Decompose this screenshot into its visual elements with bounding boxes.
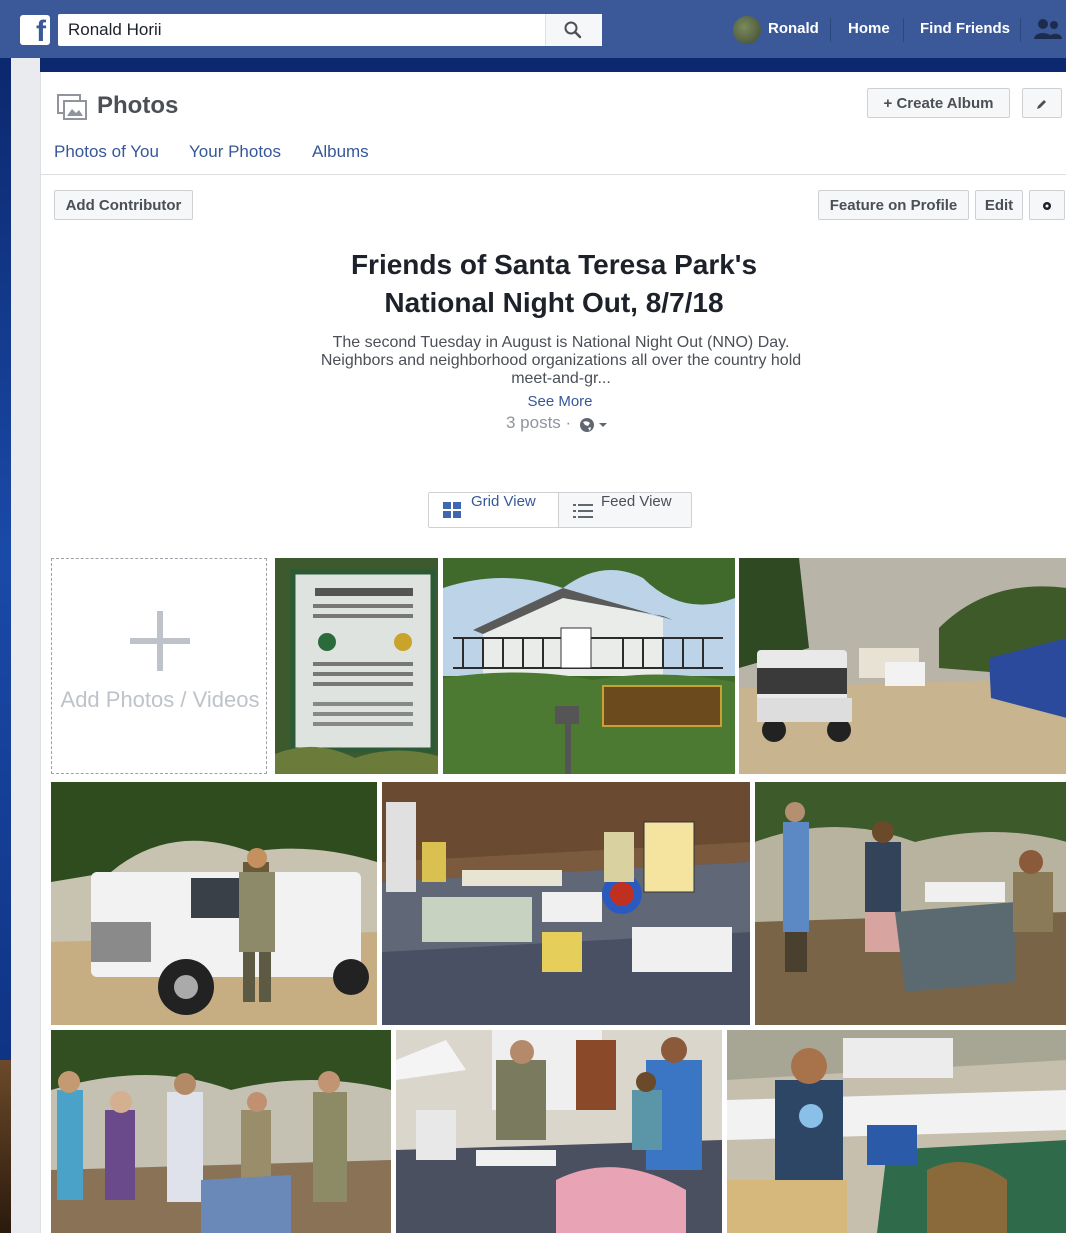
friend-requests-icon[interactable] xyxy=(1034,17,1062,41)
grid-view-label: Grid View xyxy=(471,493,536,510)
album-title-line-1: Friends of Santa Teresa Park's xyxy=(350,249,758,280)
tab-your-photos[interactable]: Your Photos xyxy=(189,142,281,162)
view-toggle: Grid View Feed View xyxy=(428,492,692,528)
plus-icon xyxy=(130,611,190,671)
album-photo[interactable] xyxy=(443,558,735,774)
tab-albums[interactable]: Albums xyxy=(312,142,369,162)
photo-ranger-truck-image xyxy=(51,782,377,1025)
nav-divider xyxy=(1020,18,1021,42)
album-photo[interactable] xyxy=(51,782,377,1025)
wallpaper-edge xyxy=(0,1060,11,1233)
album-photo[interactable] xyxy=(275,558,438,774)
album-description: The second Tuesday in August is National… xyxy=(320,334,802,387)
album-photo[interactable] xyxy=(755,782,1066,1025)
photos-icon xyxy=(57,94,87,120)
search-bar xyxy=(58,14,602,46)
photo-visitor-table-image xyxy=(727,1030,1066,1233)
album-photo[interactable] xyxy=(382,782,750,1025)
album-title-line-2: National Night Out, 8/7/18 xyxy=(384,287,724,318)
top-navigation-bar: f Ronald Home Find Friends xyxy=(0,0,1066,58)
see-more-link[interactable]: See More xyxy=(41,393,1066,410)
feed-view-button[interactable]: Feed View xyxy=(559,493,691,527)
facebook-logo-icon[interactable]: f xyxy=(20,15,50,48)
nav-divider xyxy=(903,18,904,42)
edit-album-button[interactable]: Edit xyxy=(975,190,1023,220)
profile-avatar[interactable] xyxy=(733,16,761,44)
album-photo[interactable] xyxy=(727,1030,1066,1233)
add-contributor-button[interactable]: Add Contributor xyxy=(54,190,193,220)
nav-find-friends-link[interactable]: Find Friends xyxy=(920,20,1010,37)
search-button[interactable] xyxy=(545,14,602,46)
nav-home-link[interactable]: Home xyxy=(848,20,890,37)
list-icon xyxy=(573,504,593,518)
search-icon xyxy=(564,21,582,39)
grid-view-button[interactable]: Grid View xyxy=(429,493,559,527)
gear-icon xyxy=(1043,202,1051,210)
privacy-globe-icon[interactable] xyxy=(579,417,611,433)
photos-header: Photos + Create Album Photos of You Your… xyxy=(41,72,1066,175)
search-input[interactable] xyxy=(66,14,540,46)
photo-booth-image xyxy=(396,1030,722,1233)
album-photo[interactable] xyxy=(396,1030,722,1233)
page-title: Photos xyxy=(97,92,179,119)
create-album-button[interactable]: + Create Album xyxy=(867,88,1010,118)
tab-photos-of-you[interactable]: Photos of You xyxy=(54,142,159,162)
feature-on-profile-button[interactable]: Feature on Profile xyxy=(818,190,969,220)
album-photo[interactable] xyxy=(51,1030,391,1233)
add-photos-tile[interactable]: Add Photos / Videos xyxy=(51,558,267,774)
photo-truck-road-image xyxy=(739,558,1066,774)
add-photos-label: Add Photos / Videos xyxy=(60,687,260,712)
photos-panel: Photos + Create Album Photos of You Your… xyxy=(40,72,1066,1233)
nav-profile-link[interactable]: Ronald xyxy=(768,20,819,37)
album-title: Friends of Santa Teresa Park's National … xyxy=(41,246,1066,322)
page-background xyxy=(11,58,40,1233)
post-count: 3 posts · xyxy=(506,413,572,432)
grid-icon xyxy=(443,502,461,518)
edit-pencil-button[interactable] xyxy=(1022,88,1062,118)
photo-visitors-table-image xyxy=(755,782,1066,1025)
photo-sign-image xyxy=(275,558,438,774)
album-photo[interactable] xyxy=(739,558,1066,774)
photo-crowd-image xyxy=(51,1030,391,1233)
feed-view-label: Feed View xyxy=(601,493,672,510)
pencil-icon xyxy=(1037,100,1046,109)
nav-divider xyxy=(830,18,831,42)
album-settings-button[interactable] xyxy=(1029,190,1065,220)
photo-table-display-image xyxy=(382,782,750,1025)
photo-house-image xyxy=(443,558,735,774)
